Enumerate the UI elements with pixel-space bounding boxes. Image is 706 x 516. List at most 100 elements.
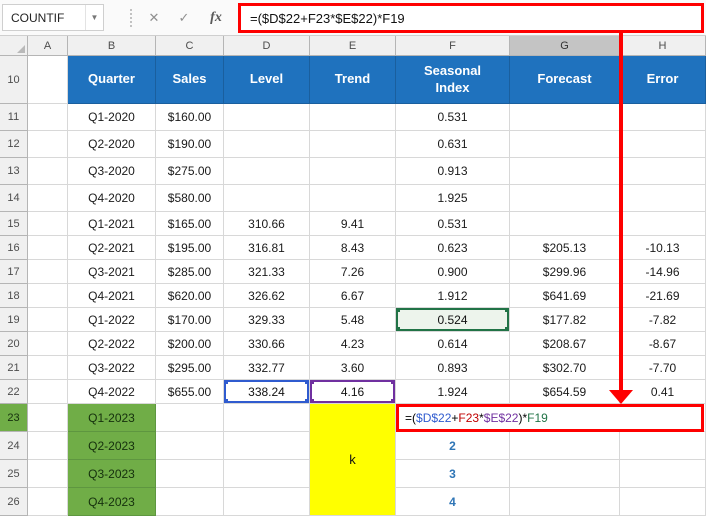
cell-G21[interactable]: $302.70: [510, 356, 620, 380]
cell-H15[interactable]: [620, 212, 706, 236]
cell-G22[interactable]: $654.59: [510, 380, 620, 404]
cell-E22[interactable]: 4.16: [310, 380, 396, 404]
cell-E18[interactable]: 6.67: [310, 284, 396, 308]
cell-B26[interactable]: Q4-2023: [68, 488, 156, 516]
cell-A19[interactable]: [28, 308, 68, 332]
cell-C23[interactable]: [156, 404, 224, 432]
cell-G14[interactable]: [510, 185, 620, 212]
cell-H26[interactable]: [620, 488, 706, 516]
cell-F23-formula[interactable]: =($D$22+F23*$E$22)*F19: [396, 404, 704, 432]
cell-C19[interactable]: $170.00: [156, 308, 224, 332]
cell-B12[interactable]: Q2-2020: [68, 131, 156, 158]
cell-G26[interactable]: [510, 488, 620, 516]
cell-E20[interactable]: 4.23: [310, 332, 396, 356]
row-header-18[interactable]: 18: [0, 284, 28, 308]
cell-G25[interactable]: [510, 460, 620, 488]
chevron-down-icon[interactable]: ▼: [85, 5, 103, 30]
cell-D14[interactable]: [224, 185, 310, 212]
cell-F26[interactable]: 4: [396, 488, 510, 516]
selection-handle[interactable]: [396, 327, 400, 332]
cell-A23[interactable]: [28, 404, 68, 432]
row-header-10[interactable]: 10: [0, 56, 28, 104]
cell-A22[interactable]: [28, 380, 68, 404]
cell-F17[interactable]: 0.900: [396, 260, 510, 284]
cell-C26[interactable]: [156, 488, 224, 516]
cell-B19[interactable]: Q1-2022: [68, 308, 156, 332]
selection-handle[interactable]: [224, 399, 228, 404]
cell-C12[interactable]: $190.00: [156, 131, 224, 158]
column-header-G[interactable]: G: [510, 36, 620, 56]
row-header-23[interactable]: 23: [0, 404, 28, 432]
cell-B18[interactable]: Q4-2021: [68, 284, 156, 308]
cell-B17[interactable]: Q3-2021: [68, 260, 156, 284]
cell-F15[interactable]: 0.531: [396, 212, 510, 236]
cell-G10[interactable]: Forecast: [510, 56, 620, 104]
cell-D25[interactable]: [224, 460, 310, 488]
cell-D21[interactable]: 332.77: [224, 356, 310, 380]
cell-E10[interactable]: Trend: [310, 56, 396, 104]
cell-B22[interactable]: Q4-2022: [68, 380, 156, 404]
cell-A15[interactable]: [28, 212, 68, 236]
cell-G11[interactable]: [510, 104, 620, 131]
cell-A24[interactable]: [28, 432, 68, 460]
cell-H25[interactable]: [620, 460, 706, 488]
column-header-F[interactable]: F: [396, 36, 510, 56]
cell-G12[interactable]: [510, 131, 620, 158]
cell-B14[interactable]: Q4-2020: [68, 185, 156, 212]
cell-C17[interactable]: $285.00: [156, 260, 224, 284]
row-header-13[interactable]: 13: [0, 158, 28, 185]
selection-handle[interactable]: [396, 308, 400, 312]
cell-F12[interactable]: 0.631: [396, 131, 510, 158]
row-header-21[interactable]: 21: [0, 356, 28, 380]
cell-C14[interactable]: $580.00: [156, 185, 224, 212]
cell-B24[interactable]: Q2-2023: [68, 432, 156, 460]
cell-A11[interactable]: [28, 104, 68, 131]
row-header-26[interactable]: 26: [0, 488, 28, 516]
cell-E11[interactable]: [310, 104, 396, 131]
cell-G15[interactable]: [510, 212, 620, 236]
row-header-14[interactable]: 14: [0, 185, 28, 212]
cell-D20[interactable]: 330.66: [224, 332, 310, 356]
cancel-icon[interactable]: ✕: [140, 4, 168, 31]
name-box[interactable]: COUNTIF ▼: [2, 4, 104, 31]
insert-function-icon[interactable]: fx: [202, 4, 230, 31]
cell-D23[interactable]: [224, 404, 310, 432]
column-header-B[interactable]: B: [68, 36, 156, 56]
cell-A13[interactable]: [28, 158, 68, 185]
row-header-19[interactable]: 19: [0, 308, 28, 332]
cell-E23-merged-k[interactable]: k: [310, 404, 396, 516]
cell-C24[interactable]: [156, 432, 224, 460]
cell-F25[interactable]: 3: [396, 460, 510, 488]
cell-G16[interactable]: $205.13: [510, 236, 620, 260]
cell-F13[interactable]: 0.913: [396, 158, 510, 185]
cell-G17[interactable]: $299.96: [510, 260, 620, 284]
cell-A21[interactable]: [28, 356, 68, 380]
cell-H14[interactable]: [620, 185, 706, 212]
cell-G20[interactable]: $208.67: [510, 332, 620, 356]
cell-B13[interactable]: Q3-2020: [68, 158, 156, 185]
cell-A18[interactable]: [28, 284, 68, 308]
cell-G13[interactable]: [510, 158, 620, 185]
selection-handle[interactable]: [224, 380, 228, 384]
cell-D19[interactable]: 329.33: [224, 308, 310, 332]
cell-E15[interactable]: 9.41: [310, 212, 396, 236]
selection-handle[interactable]: [505, 308, 510, 312]
cell-F10[interactable]: Seasonal Index: [396, 56, 510, 104]
cell-E19[interactable]: 5.48: [310, 308, 396, 332]
column-header-C[interactable]: C: [156, 36, 224, 56]
row-header-16[interactable]: 16: [0, 236, 28, 260]
cell-F22[interactable]: 1.924: [396, 380, 510, 404]
cell-H12[interactable]: [620, 131, 706, 158]
formula-bar-input[interactable]: =($D$22+F23*$E$22)*F19: [238, 3, 704, 33]
row-header-17[interactable]: 17: [0, 260, 28, 284]
column-header-E[interactable]: E: [310, 36, 396, 56]
row-header-12[interactable]: 12: [0, 131, 28, 158]
cell-F16[interactable]: 0.623: [396, 236, 510, 260]
cell-F11[interactable]: 0.531: [396, 104, 510, 131]
cell-D10[interactable]: Level: [224, 56, 310, 104]
selection-handle[interactable]: [310, 380, 314, 384]
cell-H20[interactable]: -8.67: [620, 332, 706, 356]
cell-H16[interactable]: -10.13: [620, 236, 706, 260]
cell-B15[interactable]: Q1-2021: [68, 212, 156, 236]
cell-A10[interactable]: [28, 56, 68, 104]
